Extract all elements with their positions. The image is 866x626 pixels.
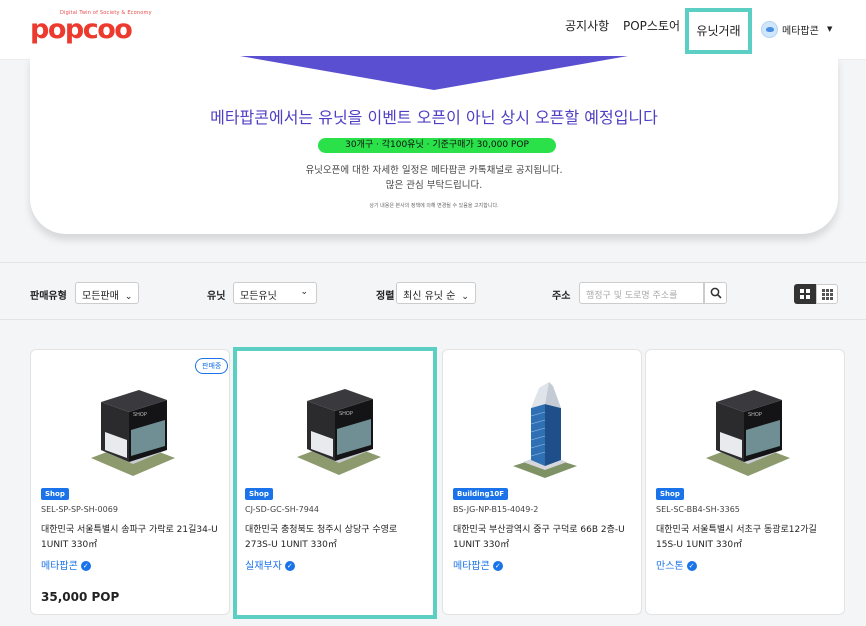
logo-tagline: Digital Twin of Society & Economy: [60, 10, 152, 16]
verified-check-icon: ✓: [80, 561, 91, 571]
unit-address: 대한민국 충청북도 청주시 상당구 수영로 273S-U 1UNIT 330㎡: [245, 525, 398, 550]
unit-type-badge: Shop: [41, 488, 69, 500]
unit-owner[interactable]: 메타팝콘 ✓: [453, 557, 503, 572]
unit-code: SEL-SP-SP-SH-0069: [41, 505, 118, 514]
avatar: [761, 21, 778, 38]
shop-building-image: SHOP: [91, 390, 175, 476]
banner-text-line1: 유닛오픈에 대한 자세한 일정은 메타팝콘 카톡채널로 공지됩니다.: [305, 165, 563, 176]
banner-triangle-shape: [240, 56, 628, 90]
unit-type-badge: Shop: [245, 488, 273, 500]
svg-text:SHOP: SHOP: [339, 411, 353, 417]
svg-text:SHOP: SHOP: [133, 412, 147, 418]
owner-name: 만스톤: [656, 561, 684, 572]
verified-check-icon: ✓: [492, 561, 503, 571]
chevron-down-icon: ⌄: [124, 292, 133, 302]
search-button[interactable]: [704, 282, 727, 304]
sort-select[interactable]: 최신 유닛 순 ⌄: [396, 282, 476, 304]
unit-address: 대한민국 부산광역시 중구 구덕로 66B 2층-U 1UNIT 330㎡: [453, 525, 625, 550]
tower-building-image: [513, 382, 577, 478]
unit-card-highlighted[interactable]: SHOP Shop CJ-SD-GC-SH-7944 대한민국 충청북도 청주시…: [233, 347, 437, 619]
on-sale-tag: 판매중: [195, 358, 229, 374]
address-label: 주소: [552, 291, 571, 302]
address-search-input[interactable]: 행정구 및 도로명 주소를: [579, 282, 704, 304]
unit-card[interactable]: 판매중 SHOP Shop SEL-SP-SP-SH-0069 대한민국 서울특…: [30, 349, 230, 615]
owner-name: 실재부자: [245, 561, 282, 572]
logo-text: popcoo: [30, 14, 133, 45]
unit-label: 유닛: [207, 291, 226, 302]
caret-down-icon: ▼: [827, 25, 833, 33]
banner-text-line2: 많은 관심 부탁드립니다.: [385, 180, 483, 191]
unit-code: SEL-SC-BB4-SH-3365: [656, 505, 740, 514]
verified-check-icon: ✓: [686, 561, 697, 571]
search-icon: [710, 287, 722, 299]
banner-pill: 30개구 · 각100유닛 · 기준구매가 30,000 POP: [318, 138, 556, 153]
sort-label: 정렬: [376, 291, 395, 302]
unit-card[interactable]: SHOP Shop SEL-SC-BB4-SH-3365 대한민국 서울특별시 …: [645, 349, 845, 615]
owner-name: 메타팝콘: [453, 561, 490, 572]
svg-text:SHOP: SHOP: [748, 412, 762, 418]
banner-disclaimer: 상기 내용은 본사의 정책에 의해 변경될 수 있음을 고지합니다.: [369, 203, 499, 209]
unit-type-badge: Building10F: [453, 488, 509, 500]
grid-large-icon: [800, 289, 810, 299]
grid-small-icon: [822, 289, 833, 300]
banner-title: 메타팝콘에서는 유닛을 이벤트 오픈이 아닌 상시 오픈할 예정입니다: [210, 108, 658, 127]
popcoo-logo[interactable]: Digital Twin of Society & Economy popcoo: [30, 10, 152, 48]
sale-type-value: 모든판매: [82, 291, 119, 302]
large-grid-view-button[interactable]: [794, 284, 816, 304]
chevron-down-icon: ⌄: [300, 287, 308, 297]
verified-check-icon: ✓: [284, 561, 295, 571]
user-name: 메타팝콘: [782, 26, 819, 37]
unit-value: 모든유닛: [240, 291, 277, 302]
unit-address: 대한민국 서울특별시 송파구 가락로 21길34-U 1UNIT 330㎡: [41, 525, 218, 550]
sort-value: 최신 유닛 순: [403, 291, 456, 302]
unit-card[interactable]: Building10F BS-JG-NP-B15-4049-2 대한민국 부산광…: [442, 349, 642, 615]
notice-banner: 메타팝콘에서는 유닛을 이벤트 오픈이 아닌 상시 오픈할 예정입니다 30개구…: [30, 56, 838, 234]
owner-name: 메타팝콘: [41, 561, 78, 572]
unit-owner[interactable]: 메타팝콘 ✓: [41, 557, 91, 572]
nav-pop-store[interactable]: POP스토어: [623, 17, 680, 34]
unit-code: CJ-SD-GC-SH-7944: [245, 505, 319, 514]
shop-building-image: SHOP: [297, 389, 381, 475]
shop-building-image: SHOP: [706, 390, 790, 476]
nav-unit-trade[interactable]: 유닛거래: [685, 8, 752, 54]
sale-type-select[interactable]: 모든판매 ⌄: [75, 282, 140, 304]
unit-select[interactable]: 모든유닛 ⌄: [233, 282, 317, 304]
unit-price: 35,000 POP: [41, 590, 120, 604]
top-header: Digital Twin of Society & Economy popcoo…: [0, 0, 866, 60]
unit-type-badge: Shop: [656, 488, 684, 500]
unit-owner[interactable]: 실재부자 ✓: [245, 557, 295, 572]
unit-card-grid: 판매중 SHOP Shop SEL-SP-SP-SH-0069 대한민국 서울특…: [0, 320, 866, 626]
sale-type-label: 판매유형: [30, 291, 67, 302]
chevron-down-icon: ⌄: [461, 292, 469, 302]
nav-notice[interactable]: 공지사항: [565, 17, 609, 34]
unit-code: BS-JG-NP-B15-4049-2: [453, 505, 539, 514]
small-grid-view-button[interactable]: [816, 284, 838, 304]
banner-section: 메타팝콘에서는 유닛을 이벤트 오픈이 아닌 상시 오픈할 예정입니다 30개구…: [0, 56, 866, 252]
unit-owner[interactable]: 만스톤 ✓: [656, 557, 697, 572]
filter-bar: 판매유형 모든판매 ⌄ 유닛 모든유닛 ⌄ 정렬 최신 유닛 순 ⌄ 주소 행정구 및…: [0, 262, 866, 320]
unit-address: 대한민국 서울특별시 서초구 동광로12가길 15S-U 1UNIT 330㎡: [656, 525, 817, 550]
